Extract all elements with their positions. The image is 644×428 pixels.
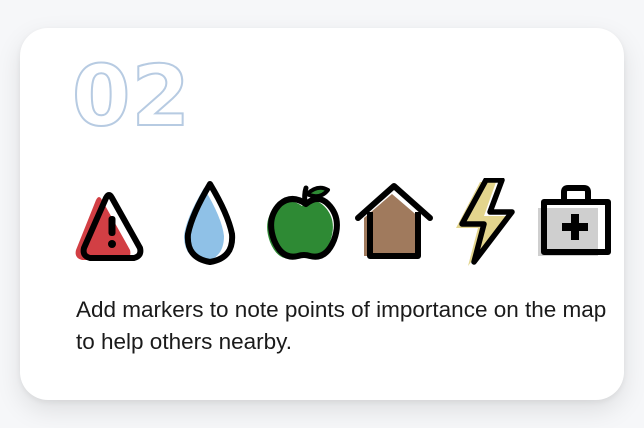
first-aid-kit-icon [538, 185, 611, 256]
water-drop-icon [184, 181, 236, 265]
lightning-icon [456, 178, 515, 266]
house-icon [355, 183, 433, 259]
description-text: Add markers to note points of importance… [76, 297, 607, 354]
warning-icon [75, 192, 144, 261]
marker-icons-row [72, 178, 622, 273]
apple-icon [267, 185, 340, 260]
feature-card: 02 Add markers to note points of importa… [20, 28, 624, 400]
step-number: 02 [71, 47, 191, 145]
